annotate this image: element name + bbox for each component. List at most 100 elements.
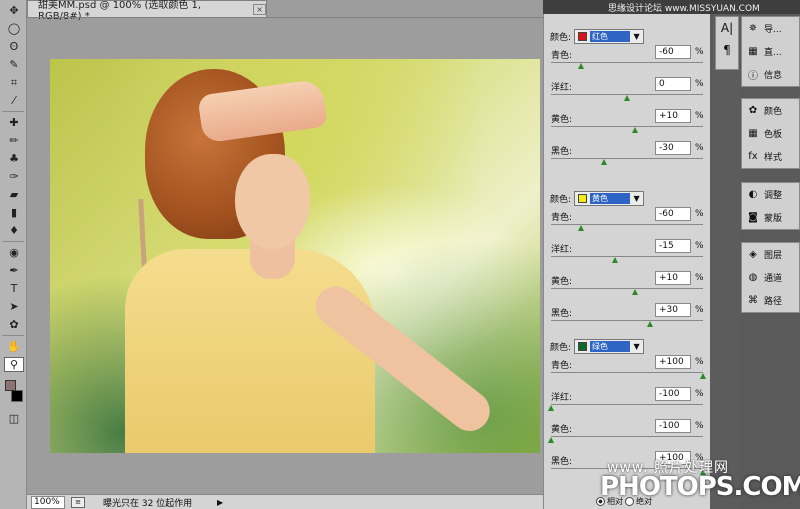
dodge-icon[interactable]: ◉	[4, 245, 24, 260]
value-input[interactable]: +30	[655, 303, 691, 317]
document-info-icon[interactable]: ≡	[71, 496, 85, 508]
styles-icon: fx	[748, 151, 758, 162]
zoom-field[interactable]: 100%	[31, 495, 65, 509]
slider-track[interactable]	[551, 224, 703, 225]
color-dropdown-value: 绿色	[590, 340, 631, 352]
lasso-icon[interactable]: ʘ	[4, 39, 24, 54]
slider-thumb[interactable]	[578, 225, 585, 231]
slider-track[interactable]	[551, 404, 703, 405]
quick-mask-icon[interactable]: ◫	[4, 411, 24, 426]
panel-group-2: ✿ 颜色 ▦ 色板 fx 样式	[741, 98, 800, 169]
brush-icon[interactable]: ✏	[4, 133, 24, 148]
blur-icon[interactable]: ♦	[4, 223, 24, 238]
value-input[interactable]: 0	[655, 77, 691, 91]
panel-label: 蒙版	[764, 214, 783, 224]
value-input[interactable]: +10	[655, 109, 691, 123]
value-input[interactable]: -100	[655, 387, 691, 401]
color-icon: ✿	[748, 105, 758, 116]
paragraph-icon[interactable]: ¶	[716, 39, 738, 61]
slider-thumb[interactable]	[578, 63, 585, 69]
row-label: 黄色:	[551, 425, 573, 435]
value-input[interactable]: -60	[655, 207, 691, 221]
row-label: 黄色:	[551, 277, 573, 287]
value-input[interactable]: +100	[655, 355, 691, 369]
slider-thumb[interactable]	[601, 159, 608, 165]
panel-item-info[interactable]: ⓘ 信息	[742, 63, 799, 86]
slider-track[interactable]	[551, 372, 703, 373]
zoom-icon[interactable]: ⚲	[4, 357, 24, 372]
slider-track[interactable]	[551, 256, 703, 257]
tool-list: ✥ ◯ ʘ ✎ ⌗ ⁄ ✚ ✏ ♣ ✑ ▰ ▮ ♦ ◉ ✒ T ➤ ✿ ✋ ⚲	[0, 3, 26, 372]
color-dropdown-value: 红色	[590, 30, 631, 42]
panel-item-paths[interactable]: ⌘ 路径	[742, 289, 799, 312]
pen-icon[interactable]: ✒	[4, 263, 24, 278]
panel-item-adjustments[interactable]: ◐ 调整	[742, 183, 799, 206]
status-menu-icon[interactable]: ▶	[217, 498, 223, 507]
panel-item-navigator[interactable]: ✵ 导...	[742, 17, 799, 40]
heal-icon[interactable]: ✚	[4, 115, 24, 130]
image-canvas[interactable]	[50, 59, 540, 453]
slider-thumb[interactable]	[631, 289, 638, 295]
value-input[interactable]: -15	[655, 239, 691, 253]
marquee-icon[interactable]: ◯	[4, 21, 24, 36]
slider-thumb[interactable]	[646, 321, 653, 327]
panel-item-color[interactable]: ✿ 颜色	[742, 99, 799, 122]
move-icon[interactable]: ✥	[4, 3, 24, 18]
eyedropper-icon[interactable]: ⁄	[4, 93, 24, 108]
foreground-color-swatch[interactable]	[5, 380, 16, 391]
stamp-icon[interactable]: ♣	[4, 151, 24, 166]
quick-select-icon[interactable]: ✎	[4, 57, 24, 72]
background-color-swatch[interactable]	[11, 390, 23, 402]
value-input[interactable]: -60	[655, 45, 691, 59]
slider-thumb[interactable]	[611, 257, 618, 263]
panel-label: 路径	[764, 297, 783, 307]
value-input[interactable]: -100	[655, 419, 691, 433]
slider-track[interactable]	[551, 320, 703, 321]
slider-track[interactable]	[551, 288, 703, 289]
panel-item-swatches[interactable]: ▦ 色板	[742, 122, 799, 145]
type-icon[interactable]: T	[4, 281, 24, 296]
slider-track[interactable]	[551, 126, 703, 127]
hand-icon[interactable]: ✋	[4, 339, 24, 354]
eraser-icon[interactable]: ▰	[4, 187, 24, 202]
panel-item-masks[interactable]: ◙ 蒙版	[742, 206, 799, 229]
status-bar: 100% ≡ 曝光只在 32 位起作用 ▶	[27, 494, 543, 509]
crop-icon[interactable]: ⌗	[4, 75, 24, 90]
slider-track[interactable]	[551, 436, 703, 437]
row-label: 黑色:	[551, 309, 573, 319]
value-input[interactable]: -30	[655, 141, 691, 155]
history-brush-icon[interactable]: ✑	[4, 169, 24, 184]
slider-thumb[interactable]	[700, 373, 706, 379]
gradient-icon[interactable]: ▮	[4, 205, 24, 220]
tools-panel: ✥ ◯ ʘ ✎ ⌗ ⁄ ✚ ✏ ♣ ✑ ▰ ▮ ♦ ◉ ✒ T ➤ ✿ ✋ ⚲ ◫	[0, 0, 27, 509]
panel-item-layers[interactable]: ◈ 图层	[742, 243, 799, 266]
panel-item-channels[interactable]: ◍ 通道	[742, 266, 799, 289]
slider-track[interactable]	[551, 158, 703, 159]
slider-thumb[interactable]	[548, 437, 554, 443]
character-icon[interactable]: A|	[716, 17, 738, 39]
histogram-icon: ▦	[748, 46, 758, 57]
tab-divider	[27, 17, 543, 18]
panel-item-histogram[interactable]: ▦ 直...	[742, 40, 799, 63]
panel-item-styles[interactable]: fx 样式	[742, 145, 799, 168]
path-select-icon[interactable]: ➤	[4, 299, 24, 314]
panel-group-1: ✵ 导... ▦ 直... ⓘ 信息	[741, 16, 800, 87]
color-dropdown[interactable]: 黄色 ▼	[574, 190, 645, 206]
color-dropdown[interactable]: 红色 ▼	[574, 28, 645, 44]
slider-thumb[interactable]	[624, 95, 630, 101]
close-icon[interactable]: ×	[253, 3, 266, 15]
slider-track[interactable]	[551, 62, 703, 63]
percent-label: %	[695, 389, 704, 399]
percent-label: %	[695, 357, 704, 367]
slider-thumb[interactable]	[548, 405, 554, 411]
color-dropdown-swatch	[578, 193, 588, 203]
row-label: 黄色:	[551, 115, 573, 125]
shape-icon[interactable]: ✿	[4, 317, 24, 332]
color-dropdown[interactable]: 绿色 ▼	[574, 338, 645, 354]
document-tab[interactable]: 甜美MM.psd @ 100% (选取颜色 1, RGB/8#) * ×	[27, 0, 267, 22]
value-input[interactable]: +10	[655, 271, 691, 285]
panel-label: 调整	[764, 191, 783, 201]
swatches-icon: ▦	[748, 128, 758, 139]
slider-thumb[interactable]	[631, 127, 638, 133]
color-swatches[interactable]	[2, 378, 24, 408]
